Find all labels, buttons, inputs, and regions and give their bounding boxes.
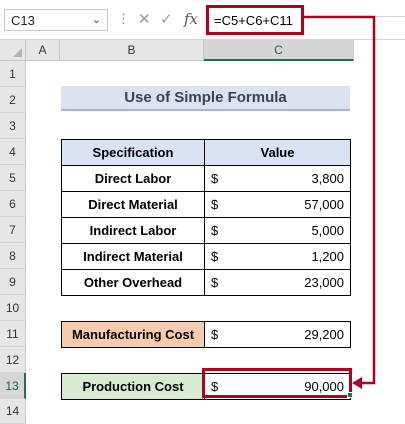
arrow-head-icon xyxy=(352,377,362,389)
arrow-line xyxy=(304,15,376,385)
formula-link-arrow xyxy=(304,15,376,389)
